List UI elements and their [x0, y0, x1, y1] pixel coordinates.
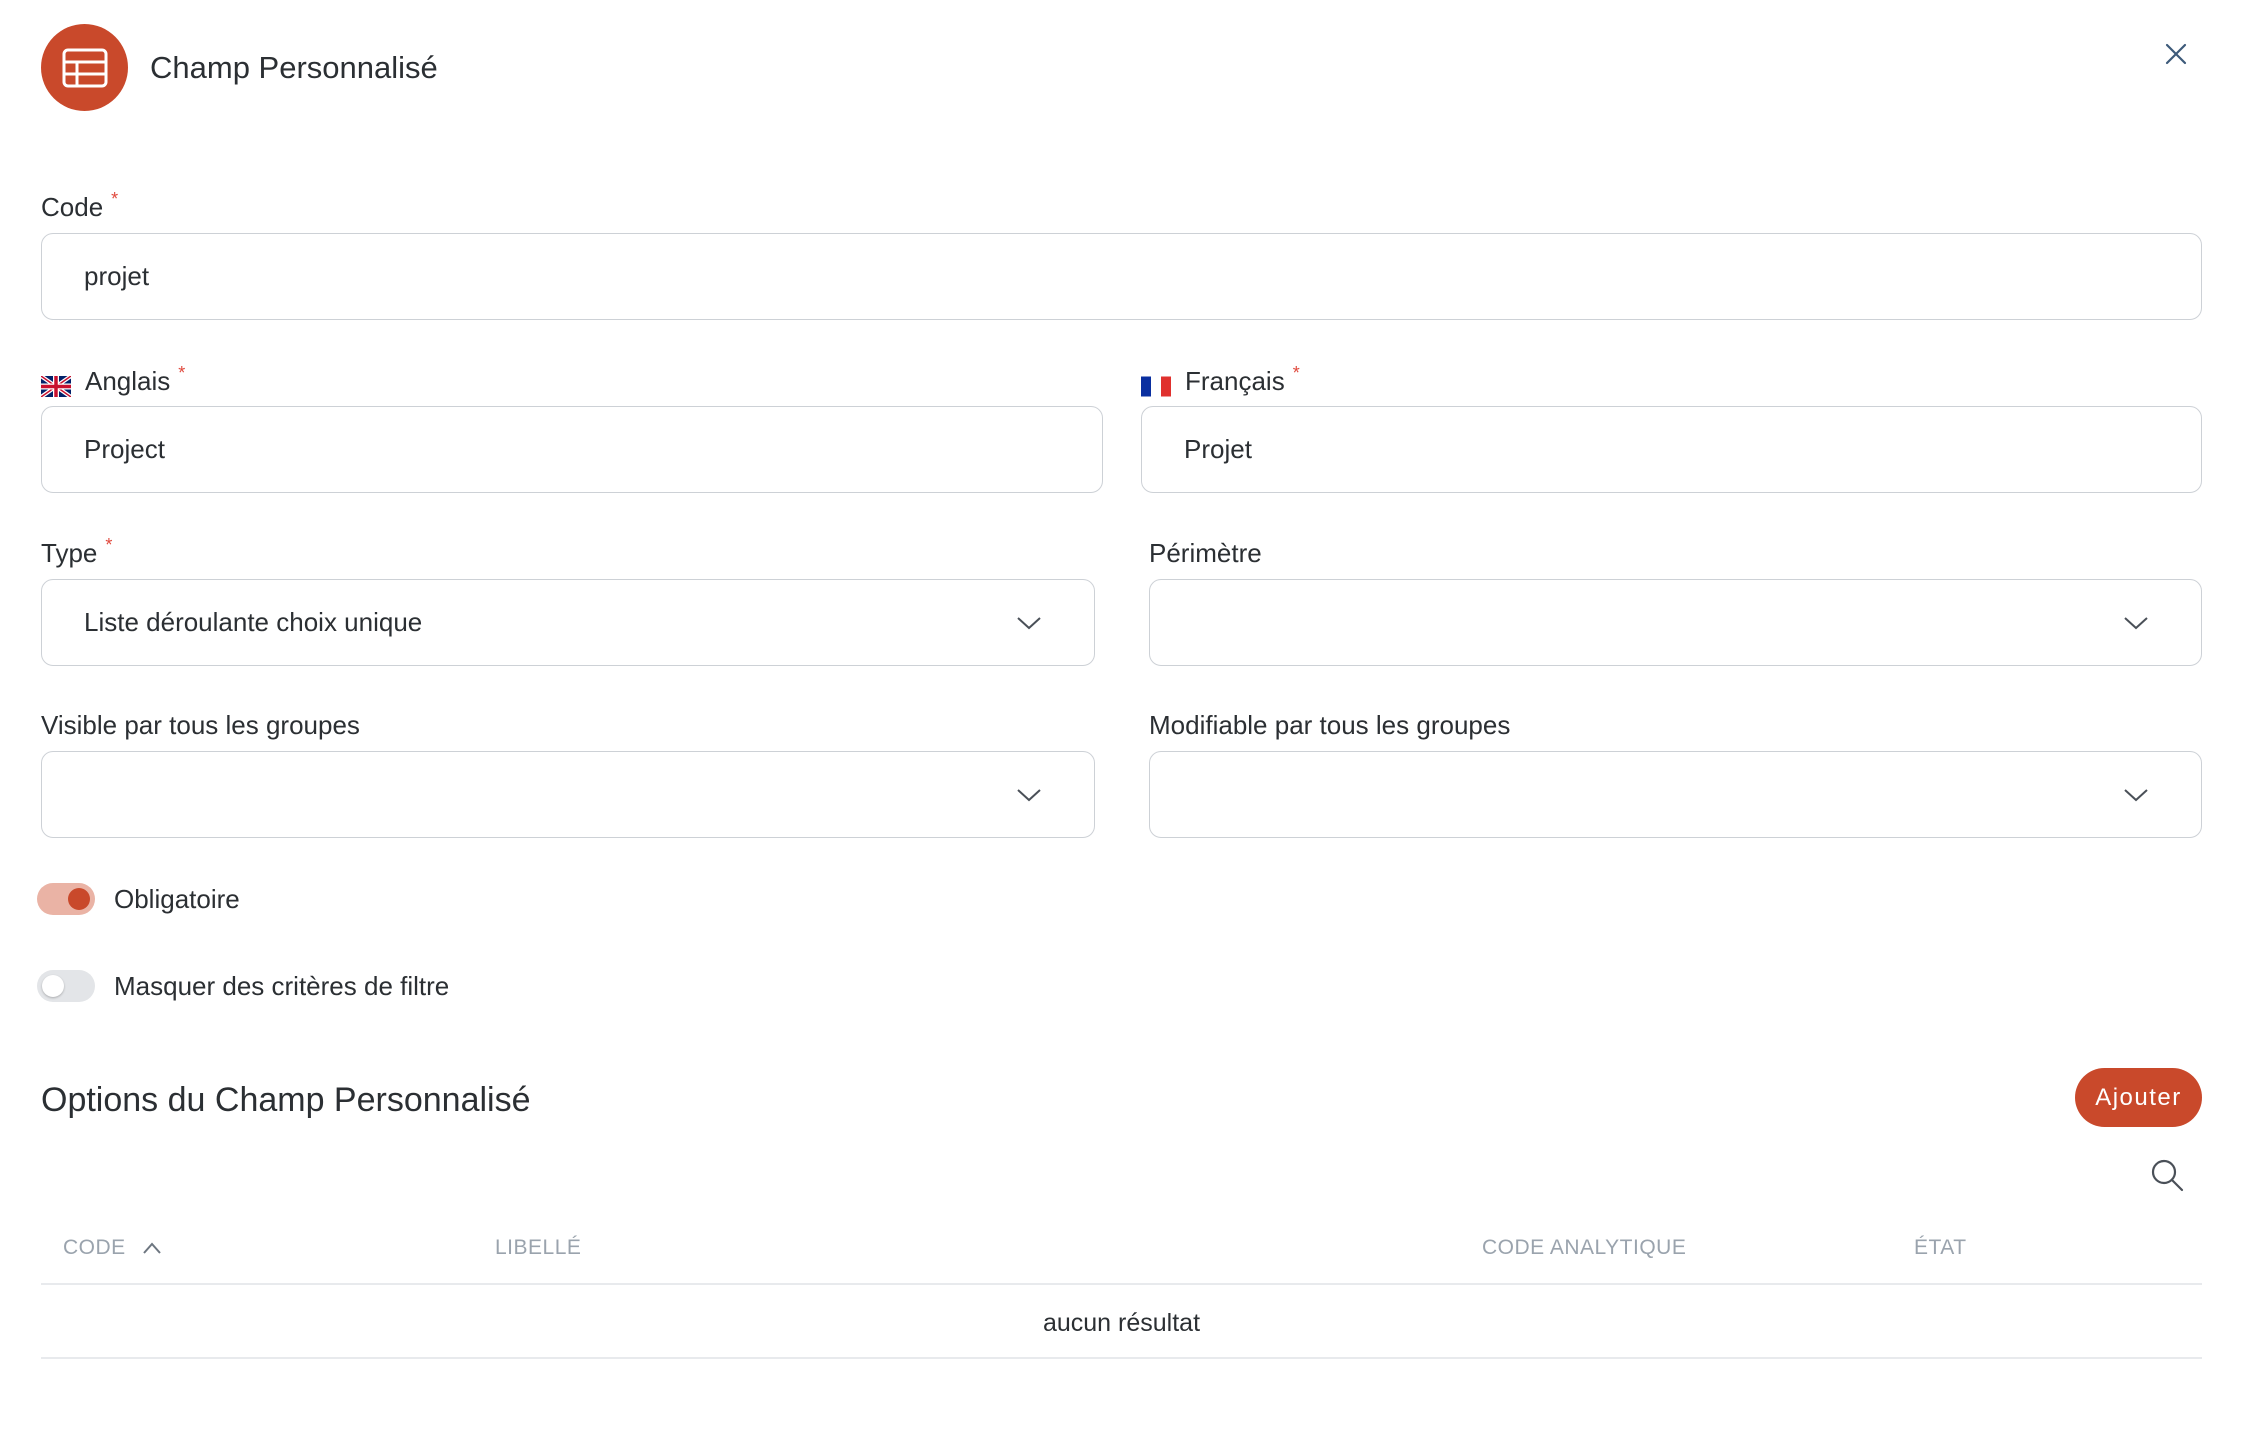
column-header-code-analytique[interactable]: CODE ANALYTIQUE	[1482, 1234, 1686, 1262]
search-icon	[2151, 1159, 2184, 1192]
column-header-etat-label: ÉTAT	[1914, 1236, 1967, 1259]
column-header-code[interactable]: CODE	[63, 1234, 162, 1262]
type-select-value: Liste déroulante choix unique	[84, 607, 423, 637]
column-header-etat[interactable]: ÉTAT	[1914, 1234, 1967, 1262]
close-icon	[2165, 43, 2187, 65]
obligatoire-toggle[interactable]	[37, 883, 95, 915]
code-input-value: projet	[84, 261, 150, 291]
perimetre-select[interactable]	[1149, 579, 2202, 666]
required-marker: *	[1292, 363, 1300, 383]
visible-label: Visible par tous les groupes	[41, 708, 360, 742]
visible-select[interactable]	[41, 751, 1095, 838]
sort-ascending-icon	[142, 1242, 161, 1254]
search-button[interactable]	[2150, 1158, 2184, 1192]
visible-label-text: Visible par tous les groupes	[41, 710, 360, 740]
modifiable-label-text: Modifiable par tous les groupes	[1149, 710, 1511, 740]
table-bottom-divider	[41, 1357, 2202, 1359]
english-input[interactable]: Project	[41, 406, 1103, 493]
code-label-text: Code	[41, 192, 104, 222]
chevron-down-icon	[2124, 616, 2148, 629]
type-label-text: Type	[41, 538, 98, 568]
header-table-icon	[41, 24, 128, 111]
english-input-value: Project	[84, 434, 165, 464]
french-label: Français *	[1141, 363, 1300, 398]
masquer-filtre-label: Masquer des critères de filtre	[114, 971, 450, 1001]
code-label: Code *	[41, 189, 118, 224]
required-marker: *	[111, 189, 119, 209]
column-header-libelle[interactable]: LIBELLÉ	[495, 1234, 581, 1262]
type-select[interactable]: Liste déroulante choix unique	[41, 579, 1095, 666]
modifiable-select[interactable]	[1149, 751, 2202, 838]
code-input[interactable]: projet	[41, 233, 2202, 320]
chevron-down-icon	[1017, 616, 1041, 629]
english-label-text: Anglais	[85, 366, 171, 396]
table-icon	[62, 48, 107, 87]
required-marker: *	[105, 535, 113, 555]
dialog-title: Champ Personnalisé	[150, 50, 438, 85]
options-section-title: Options du Champ Personnalisé	[41, 1081, 531, 1119]
modifiable-label: Modifiable par tous les groupes	[1149, 708, 1510, 742]
masquer-filtre-toggle[interactable]	[37, 970, 95, 1002]
required-marker: *	[178, 363, 186, 383]
empty-table-message: aucun résultat	[1042, 1309, 1201, 1337]
chevron-down-icon	[1017, 788, 1041, 801]
close-button[interactable]	[2160, 38, 2192, 70]
french-label-text: Français	[1185, 366, 1285, 396]
chevron-down-icon	[2124, 788, 2148, 801]
perimetre-label-text: Périmètre	[1149, 538, 1262, 568]
column-header-code-label: CODE	[63, 1236, 126, 1259]
toggle-knob	[42, 975, 64, 997]
type-label: Type *	[41, 535, 112, 570]
fr-flag-icon	[1141, 371, 1171, 396]
english-label: Anglais *	[39, 363, 185, 399]
toggle-knob	[68, 888, 90, 910]
french-input-value: Projet	[1184, 434, 1252, 464]
column-header-libelle-label: LIBELLÉ	[495, 1236, 582, 1259]
column-header-code-analytique-label: CODE ANALYTIQUE	[1482, 1236, 1687, 1259]
uk-flag-icon	[39, 371, 73, 399]
table-header-divider	[41, 1283, 2202, 1285]
obligatoire-label: Obligatoire	[114, 884, 240, 914]
perimetre-label: Périmètre	[1149, 536, 1262, 570]
add-option-button[interactable]: Ajouter	[2075, 1068, 2202, 1127]
french-input[interactable]: Projet	[1141, 406, 2202, 493]
